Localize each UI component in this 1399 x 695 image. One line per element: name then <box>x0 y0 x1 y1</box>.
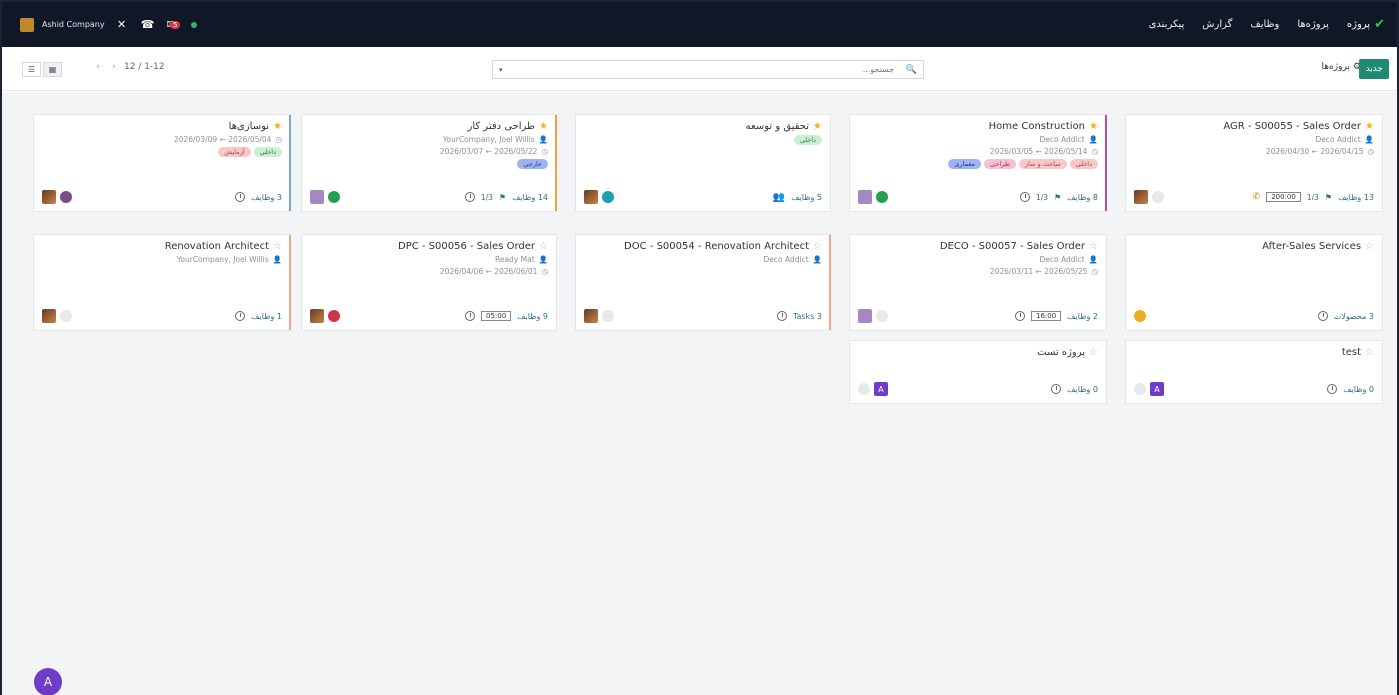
project-card[interactable]: ☆ After-Sales Services 3 محصولات <box>1125 234 1383 331</box>
avatar[interactable]: A <box>874 382 888 396</box>
activity-icon[interactable]: ☎ <box>139 18 157 32</box>
project-card[interactable]: ★ تحقیق و توسعه داخلی 5 وظایف 👥 <box>575 114 831 212</box>
menu-projects[interactable]: پروژه‌ها <box>1297 19 1329 30</box>
search-bar: ▾ 🔍 <box>492 60 924 79</box>
project-card[interactable]: ☆ Renovation Architect 👤 YourCompany, Joel… <box>33 234 291 331</box>
star-icon[interactable]: ☆ <box>1365 241 1374 252</box>
color-dot[interactable] <box>60 310 72 322</box>
avatar[interactable] <box>310 190 324 204</box>
clock-icon[interactable] <box>235 192 246 202</box>
clock-icon[interactable] <box>465 311 475 321</box>
menu-tasks[interactable]: وظایف <box>1250 19 1279 30</box>
star-icon[interactable]: ☆ <box>273 241 282 252</box>
user-avatar[interactable] <box>20 17 34 32</box>
project-card[interactable]: ☆ DPC - S00056 - Sales Order 👤 Ready Mat ◷… <box>301 234 557 331</box>
view-switcher: ☰ ▦ <box>22 62 62 77</box>
pager-prev-button[interactable]: ‹ <box>92 62 104 72</box>
kanban-board: ★ AGR - S00055 - Sales Order 👤 Deco Addict… <box>2 92 1397 695</box>
top-navbar: Ashid Company ✕ ☎ ✉5 ✔پروژه پروژه‌ها وظا… <box>2 2 1397 47</box>
star-icon[interactable]: ☆ <box>1089 241 1098 252</box>
clock-icon[interactable] <box>1019 192 1030 202</box>
color-dot[interactable] <box>1152 191 1164 203</box>
star-icon[interactable]: ☆ <box>539 241 548 252</box>
avatar[interactable] <box>858 190 872 204</box>
avatar[interactable] <box>858 309 872 323</box>
star-icon[interactable]: ★ <box>273 121 282 132</box>
color-dot[interactable] <box>602 310 614 322</box>
color-dot[interactable] <box>328 191 340 203</box>
project-card[interactable]: ★ AGR - S00055 - Sales Order 👤 Deco Addict… <box>1125 114 1383 212</box>
pager-next-button[interactable]: › <box>108 62 120 72</box>
clock-icon[interactable] <box>776 311 787 321</box>
chat-badge: 5 <box>170 20 181 29</box>
color-dot[interactable] <box>1134 310 1146 322</box>
avatar[interactable] <box>310 309 324 323</box>
color-dot[interactable] <box>1134 383 1146 395</box>
star-icon[interactable]: ☆ <box>1365 347 1374 358</box>
color-dot[interactable] <box>858 383 870 395</box>
avatar[interactable] <box>584 190 598 204</box>
project-card[interactable]: ☆ DOC - S00054 - Renovation Architect 👤 De… <box>575 234 831 331</box>
phone-icon[interactable]: ✆ <box>1253 192 1261 202</box>
menu-configuration[interactable]: پیکربندی <box>1149 19 1185 30</box>
clock-icon[interactable] <box>1317 311 1328 321</box>
app-brand[interactable]: ✔ پروژه <box>1347 17 1385 32</box>
project-card[interactable]: ★ نوسازی‌ها ◷ 2026/05/04 ← 2026/03/09 داخل… <box>33 114 291 212</box>
color-dot[interactable] <box>602 191 614 203</box>
color-dot[interactable] <box>60 191 72 203</box>
pager-value[interactable]: 12 / 1-12 <box>124 62 165 72</box>
menu-reporting[interactable]: گزارش <box>1202 19 1232 30</box>
star-icon[interactable]: ★ <box>539 121 548 132</box>
color-dot[interactable] <box>876 310 888 322</box>
clock-icon[interactable] <box>1015 311 1025 321</box>
project-card[interactable]: ☆ DECO - S00057 - Sales Order 👤 Deco Addic… <box>849 234 1107 331</box>
project-card[interactable]: ★ Home Construction 👤 Deco Addict ◷ 2026/05… <box>849 114 1107 212</box>
app-window: Ashid Company ✕ ☎ ✉5 ✔پروژه پروژه‌ها وظا… <box>0 0 1399 695</box>
clock-icon[interactable] <box>235 311 246 321</box>
project-card[interactable]: ★ طراحی دفتر کار 👤 YourCompany, Joel Willi… <box>301 114 557 212</box>
clock-icon[interactable] <box>1051 384 1062 394</box>
clock-icon[interactable] <box>464 192 475 202</box>
avatar[interactable] <box>42 309 56 323</box>
status-dot <box>190 21 197 28</box>
avatar[interactable] <box>42 190 56 204</box>
tools-icon[interactable]: ✕ <box>113 18 131 32</box>
floating-user-avatar[interactable]: A <box>34 668 62 695</box>
color-dot[interactable] <box>876 191 888 203</box>
check-icon: ✔ <box>1374 17 1385 32</box>
star-icon[interactable]: ★ <box>1089 121 1098 132</box>
avatar[interactable] <box>584 309 598 323</box>
kanban-view-button[interactable]: ▦ <box>43 62 62 77</box>
systray: Ashid Company ✕ ☎ ✉5 <box>20 2 197 47</box>
search-icon[interactable]: 🔍 <box>906 65 917 75</box>
pager: ‹ › 12 / 1-12 <box>92 62 165 72</box>
breadcrumb-title: پروژه‌ها <box>1321 62 1350 72</box>
color-dot[interactable] <box>328 310 340 322</box>
avatar[interactable] <box>1134 190 1148 204</box>
list-view-button[interactable]: ☰ <box>22 62 41 77</box>
control-panel: ☰ ▦ ‹ › 12 / 1-12 ▾ 🔍 پروژه‌ها ⚙ جدید <box>2 47 1397 91</box>
star-icon[interactable]: ★ <box>813 121 822 132</box>
new-button[interactable]: جدید <box>1359 59 1389 79</box>
avatar[interactable]: A <box>1150 382 1164 396</box>
star-icon[interactable]: ☆ <box>813 241 822 252</box>
main-menu: ✔ پروژه پروژه‌ها وظایف گزارش پیکربندی <box>1149 2 1385 47</box>
project-card[interactable]: ☆ test 0 وظایف A <box>1125 340 1383 404</box>
users-icon[interactable]: 👥 <box>773 192 785 203</box>
project-card[interactable]: ☆ پروژه تست 0 وظایف A <box>849 340 1107 404</box>
search-input[interactable] <box>514 65 895 74</box>
clock-icon[interactable] <box>1327 384 1338 394</box>
star-icon[interactable]: ★ <box>1365 121 1374 132</box>
chat-icon[interactable]: ✉5 <box>165 18 183 32</box>
star-icon[interactable]: ☆ <box>1089 347 1098 358</box>
company-switcher[interactable]: Ashid Company <box>42 20 105 29</box>
breadcrumb: پروژه‌ها ⚙ <box>1322 62 1361 72</box>
search-options-toggle[interactable]: ▾ <box>499 66 503 74</box>
